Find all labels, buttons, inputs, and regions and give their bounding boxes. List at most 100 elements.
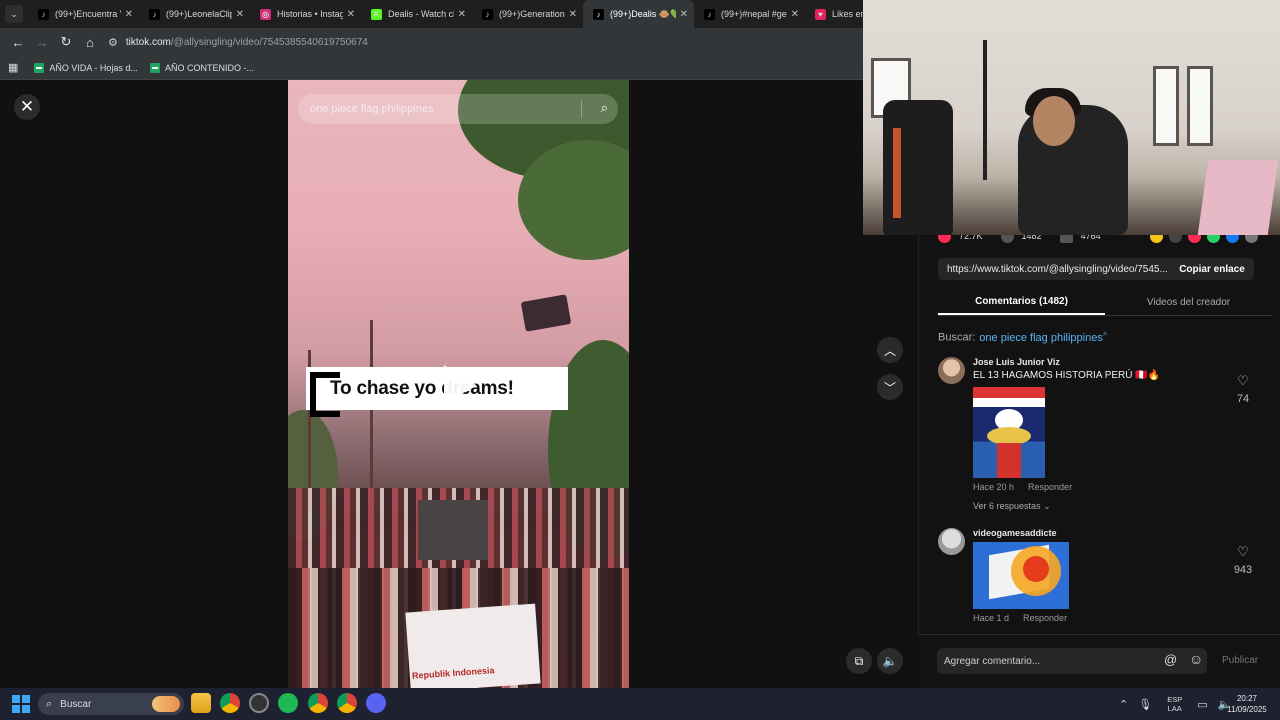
play-icon[interactable]: [444, 365, 476, 405]
tab-title: (99+)Encuentra 'o: [55, 9, 121, 19]
taskbar-clock[interactable]: 20:27 11/09/2025: [1222, 693, 1272, 715]
tab-favicon-icon: ◎: [260, 8, 271, 20]
sheets-icon: [149, 62, 160, 73]
url-host: tiktok.com: [125, 36, 171, 48]
url-path: /@allysingling/video/7545385540619750674: [170, 36, 368, 48]
apps-grid-icon[interactable]: ▦: [8, 61, 18, 74]
windows-start-icon[interactable]: [12, 695, 30, 713]
heart-outline-icon[interactable]: ♡: [1228, 373, 1258, 389]
close-tab-icon[interactable]: ✕: [125, 9, 133, 20]
webcam-stand: [983, 40, 987, 180]
close-tab-icon[interactable]: ✕: [458, 9, 466, 20]
forward-button[interactable]: →: [30, 30, 54, 54]
comment-time: Hace 20 h: [973, 482, 1015, 492]
language-indicator[interactable]: ESP LAA: [1167, 695, 1182, 713]
reply-button[interactable]: Responder: [1023, 613, 1067, 623]
view-replies-button[interactable]: Ver 6 respuestas ⌄: [973, 501, 1223, 512]
comment-text: EL 13 HAGAMOS HISTORIA PERÚ 🇵🇪🔥: [973, 370, 1161, 381]
mention-icon[interactable]: @: [1164, 652, 1177, 667]
comment-username[interactable]: Jose Luis Junior Viz: [973, 357, 1223, 367]
tab-creator-videos[interactable]: Videos del creador: [1105, 290, 1272, 315]
search-icon: ⌕: [1102, 329, 1108, 338]
comment-username[interactable]: videogamesaddicte: [973, 528, 1223, 538]
bookmark-ano-vida[interactable]: AÑO VIDA - Hojas d...: [34, 62, 138, 73]
taskbar-search-label: Buscar: [60, 698, 92, 710]
system-tray: ⌃ 🎙 ESP LAA ▭ 🔈: [1114, 692, 1236, 716]
site-info-icon[interactable]: ⚙: [108, 36, 118, 49]
close-tab-icon[interactable]: ✕: [236, 9, 244, 20]
comment-like[interactable]: ♡ 74: [1228, 373, 1258, 407]
tab-title: (99+)#nepal #gen: [721, 9, 787, 19]
chevron-up-icon[interactable]: ⌃: [1119, 698, 1128, 711]
network-icon[interactable]: ▭: [1197, 698, 1207, 711]
url-field[interactable]: ⚙ tiktok.com/@allysingling/video/7545385…: [108, 31, 854, 53]
close-tab-icon[interactable]: ✕: [347, 9, 355, 20]
reload-icon: ↻: [60, 34, 72, 49]
webcam-head: [1033, 96, 1075, 146]
taskbar-search[interactable]: ⌕ Buscar: [38, 693, 184, 715]
close-tab-icon[interactable]: ✕: [680, 9, 688, 20]
tab-favicon-icon: ♪: [482, 8, 493, 20]
search-icon[interactable]: ⌕: [601, 100, 608, 116]
tab-favicon-icon: ♪: [38, 8, 49, 20]
bookmark-label: AÑO VIDA - Hojas d...: [49, 62, 138, 73]
tab-favicon-icon: ♪: [704, 8, 715, 20]
chevron-up-icon: ︿: [883, 343, 896, 358]
browser-tab[interactable]: ♪ (99+)Dealis 🐵💚 ✕: [583, 0, 694, 28]
close-tab-icon[interactable]: ✕: [791, 9, 799, 20]
back-button[interactable]: ←: [6, 30, 30, 54]
video-search-bar[interactable]: one piece flag philippines ⌕: [298, 94, 618, 124]
tab-title: (99+)Generation Z: [499, 9, 565, 19]
emoji-icon[interactable]: ☺: [1189, 651, 1203, 667]
browser-tab[interactable]: K Dealis - Watch cl ✕: [361, 0, 472, 28]
volume-button[interactable]: 🔈: [877, 648, 903, 674]
chrome-profile-icon[interactable]: [308, 693, 328, 713]
copy-link-button[interactable]: Copiar enlace: [1170, 258, 1254, 280]
video-search-text: one piece flag philippines: [310, 103, 434, 115]
browser-tab[interactable]: ♪ (99+)Encuentra 'o ✕: [28, 0, 139, 28]
chrome-profile-icon[interactable]: [337, 693, 357, 713]
browser-tab[interactable]: ♪ (99+)LeonelaClip ✕: [139, 0, 250, 28]
previous-video-button[interactable]: ︿: [877, 337, 903, 363]
forward-arrow-icon: →: [35, 34, 49, 50]
tab-search-button[interactable]: ⌄: [0, 0, 28, 28]
search-highlight-icon: [152, 696, 180, 712]
view-replies-label: Ver 6 respuestas: [973, 501, 1041, 511]
close-button[interactable]: ✕: [14, 94, 40, 120]
avatar[interactable]: [938, 357, 965, 384]
chevron-down-icon: ⌄: [5, 5, 23, 23]
divider: [581, 100, 582, 118]
reload-button[interactable]: ↻: [54, 30, 78, 54]
comment-like[interactable]: ♡ 943: [1228, 544, 1258, 578]
home-button[interactable]: ⌂: [78, 30, 102, 54]
publish-button[interactable]: Publicar: [1222, 655, 1258, 666]
app-icon[interactable]: [249, 693, 269, 713]
heart-outline-icon[interactable]: ♡: [1228, 544, 1258, 560]
address-toolbar: ← → ↻ ⌂ ⚙ tiktok.com/@allysingling/video…: [0, 28, 864, 56]
spotify-icon[interactable]: [278, 693, 298, 713]
microphone-icon[interactable]: 🎙: [1138, 698, 1152, 711]
chrome-icon[interactable]: [220, 693, 240, 713]
comment-item: Jose Luis Junior Viz EL 13 HAGAMOS HISTO…: [938, 357, 1258, 517]
browser-tab[interactable]: ◎ Historias • Instagr ✕: [250, 0, 361, 28]
reply-button[interactable]: Responder: [1028, 482, 1072, 492]
related-search-link[interactable]: one piece flag philippines: [979, 332, 1103, 344]
webcam-desk: [1197, 160, 1279, 235]
bracket-logo-icon: [306, 367, 342, 417]
tab-comments[interactable]: Comentarios (1482): [938, 290, 1105, 315]
share-link-field[interactable]: https://www.tiktok.com/@allysingling/vid…: [938, 258, 1170, 280]
browser-tab[interactable]: ♪ (99+)#nepal #gen ✕: [694, 0, 805, 28]
close-tab-icon[interactable]: ✕: [569, 9, 577, 20]
related-search-label: Buscar:: [938, 331, 976, 344]
bookmarks-bar: ▦ AÑO VIDA - Hojas d... AÑO CONTENIDO -.…: [0, 56, 864, 80]
avatar[interactable]: [938, 528, 965, 555]
discord-icon[interactable]: [366, 693, 386, 713]
caption-text: To chase yo dreams!: [330, 377, 514, 399]
browser-tab[interactable]: ♪ (99+)Generation Z ✕: [472, 0, 583, 28]
comment-time: Hace 1 d: [973, 613, 1010, 623]
next-video-button[interactable]: ﹀: [877, 374, 903, 400]
file-explorer-icon[interactable]: [191, 693, 211, 713]
bookmark-ano-contenido[interactable]: AÑO CONTENIDO -...: [149, 62, 254, 73]
related-search: Buscar: one piece flag philippines⌕: [938, 329, 1107, 344]
picture-in-picture-button[interactable]: ⧉: [846, 648, 872, 674]
